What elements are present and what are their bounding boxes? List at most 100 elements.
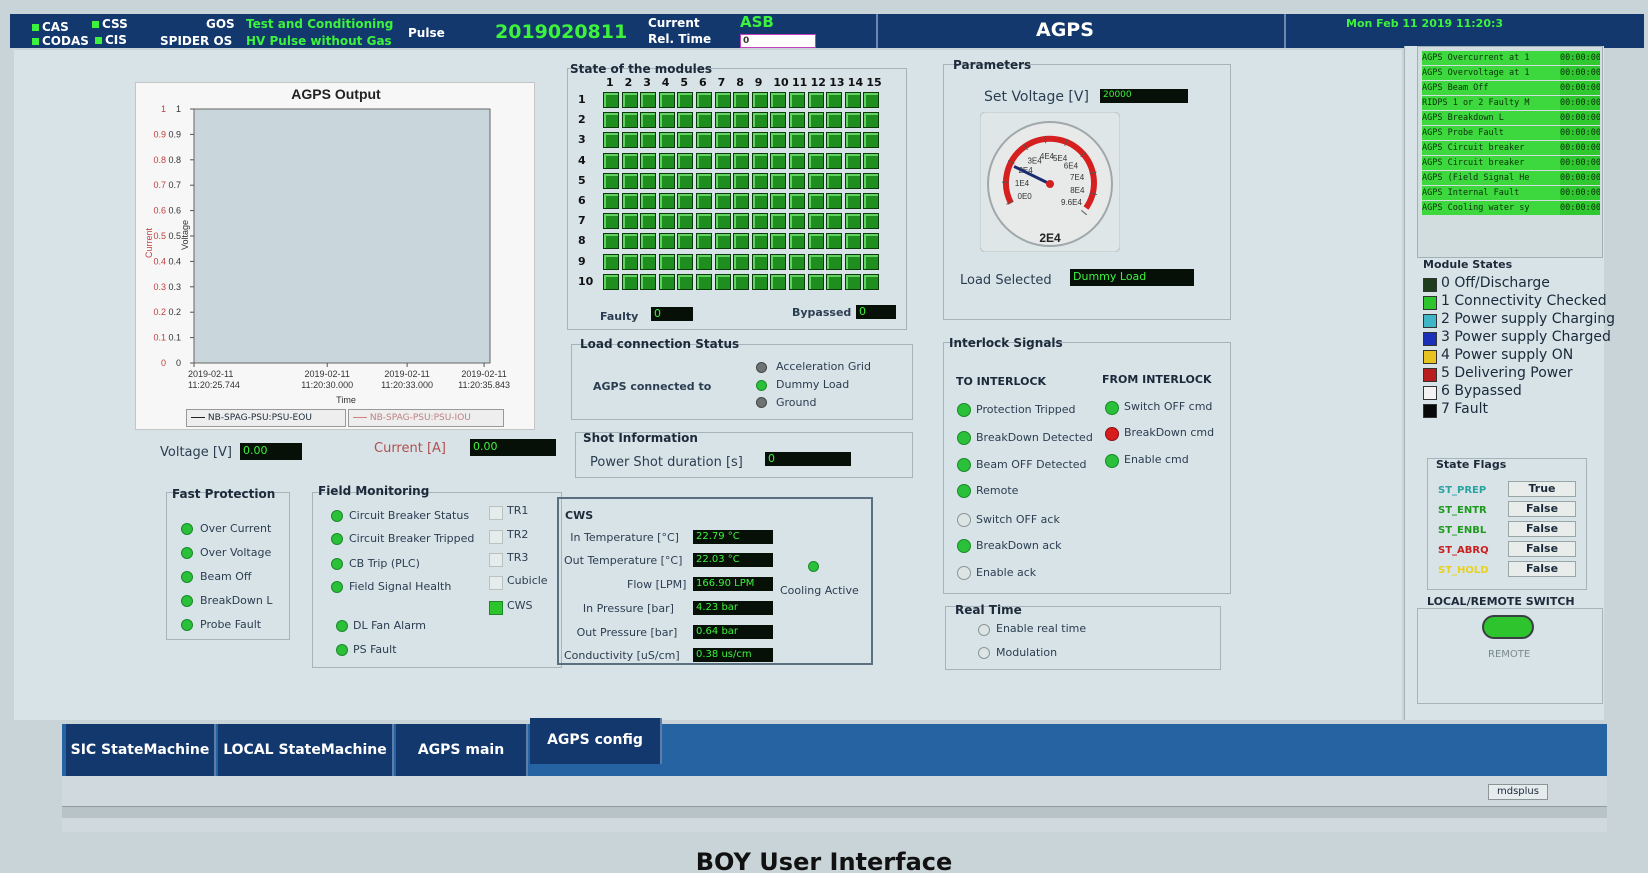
tab-sic-statemachine[interactable]: SIC StateMachine: [66, 724, 216, 776]
module-cell[interactable]: [640, 273, 657, 290]
module-cell[interactable]: [696, 112, 712, 129]
module-cell[interactable]: [863, 112, 880, 129]
module-cell[interactable]: [733, 213, 750, 230]
module-cell[interactable]: [658, 172, 675, 189]
module-cell[interactable]: [733, 273, 750, 290]
module-cell[interactable]: [863, 172, 880, 189]
load-selected-value[interactable]: Dummy Load: [1070, 269, 1194, 286]
module-cell[interactable]: [658, 112, 675, 129]
module-cell[interactable]: [658, 233, 675, 250]
module-cell[interactable]: [677, 132, 694, 149]
module-cell[interactable]: [714, 152, 731, 169]
module-cell[interactable]: [863, 253, 880, 270]
alarm-row[interactable]: AGPS Beam Off 00:00:00: [1422, 81, 1600, 95]
module-cell[interactable]: [696, 273, 712, 290]
module-cell[interactable]: [751, 152, 768, 169]
module-cell[interactable]: [733, 132, 750, 149]
css-indicator[interactable]: CSS: [92, 17, 128, 31]
module-cell[interactable]: [621, 92, 638, 108]
module-cell[interactable]: [677, 92, 694, 108]
module-cell[interactable]: [714, 273, 731, 290]
module-cell[interactable]: [826, 112, 843, 129]
module-cell[interactable]: [770, 213, 787, 230]
alarm-row[interactable]: AGPS (Field Signal He 00:00:00: [1422, 171, 1600, 185]
module-cell[interactable]: [770, 152, 787, 169]
module-cell[interactable]: [640, 92, 657, 108]
module-cell[interactable]: [826, 193, 843, 209]
module-cell[interactable]: [640, 132, 657, 149]
module-cell[interactable]: [677, 152, 694, 169]
module-cell[interactable]: [863, 213, 880, 230]
enable-real-time-radio[interactable]: [978, 624, 990, 636]
module-cell[interactable]: [714, 233, 731, 250]
module-cell[interactable]: [751, 213, 768, 230]
module-cell[interactable]: [640, 233, 657, 250]
module-cell[interactable]: [826, 213, 843, 230]
module-cell[interactable]: [826, 273, 843, 290]
module-cell[interactable]: [603, 152, 619, 169]
module-cell[interactable]: [603, 253, 619, 270]
module-cell[interactable]: [677, 213, 694, 230]
tab-agps-main[interactable]: AGPS main: [396, 724, 528, 776]
module-cell[interactable]: [789, 152, 805, 169]
module-cell[interactable]: [677, 172, 694, 189]
set-voltage-input[interactable]: 20000: [1100, 89, 1188, 103]
module-cell[interactable]: [826, 233, 843, 250]
module-cell[interactable]: [696, 92, 712, 108]
module-cell[interactable]: [696, 253, 712, 270]
module-cell[interactable]: [863, 233, 880, 250]
module-cell[interactable]: [714, 193, 731, 209]
module-cell[interactable]: [770, 233, 787, 250]
module-cell[interactable]: [770, 193, 787, 209]
alarm-row[interactable]: AGPS Circuit breaker 00:00:00: [1422, 141, 1600, 155]
module-cell[interactable]: [714, 172, 731, 189]
module-cell[interactable]: [844, 233, 861, 250]
module-cell[interactable]: [844, 172, 861, 189]
alarm-row[interactable]: RIDPS 1 or 2 Faulty M 00:00:00: [1422, 96, 1600, 110]
module-cell[interactable]: [826, 92, 843, 108]
module-cell[interactable]: [844, 132, 861, 149]
module-cell[interactable]: [789, 213, 805, 230]
module-cell[interactable]: [621, 273, 638, 290]
module-cell[interactable]: [863, 152, 880, 169]
horizontal-scrollbar[interactable]: [62, 806, 1607, 818]
module-cell[interactable]: [603, 233, 619, 250]
module-cell[interactable]: [751, 253, 768, 270]
module-cell[interactable]: [807, 273, 824, 290]
module-cell[interactable]: [640, 213, 657, 230]
module-cell[interactable]: [807, 112, 824, 129]
module-cell[interactable]: [658, 273, 675, 290]
module-cell[interactable]: [807, 152, 824, 169]
cis-indicator[interactable]: CIS: [95, 33, 127, 47]
module-cell[interactable]: [603, 193, 619, 209]
module-cell[interactable]: [640, 152, 657, 169]
module-cell[interactable]: [807, 172, 824, 189]
module-cell[interactable]: [733, 233, 750, 250]
module-cell[interactable]: [751, 273, 768, 290]
module-cell[interactable]: [826, 172, 843, 189]
module-cell[interactable]: [603, 132, 619, 149]
alarm-row[interactable]: AGPS Probe Fault 00:00:00: [1422, 126, 1600, 140]
module-cell[interactable]: [621, 132, 638, 149]
module-cell[interactable]: [621, 213, 638, 230]
module-cell[interactable]: [826, 152, 843, 169]
module-cell[interactable]: [807, 92, 824, 108]
module-cell[interactable]: [789, 193, 805, 209]
module-cell[interactable]: [807, 233, 824, 250]
module-cell[interactable]: [658, 132, 675, 149]
module-cell[interactable]: [714, 92, 731, 108]
module-cell[interactable]: [696, 172, 712, 189]
local-remote-toggle[interactable]: [1482, 615, 1534, 639]
module-cell[interactable]: [789, 253, 805, 270]
tab-local-statemachine[interactable]: LOCAL StateMachine: [218, 724, 394, 776]
module-cell[interactable]: [603, 172, 619, 189]
module-cell[interactable]: [677, 233, 694, 250]
module-cell[interactable]: [677, 253, 694, 270]
module-cell[interactable]: [696, 152, 712, 169]
module-cell[interactable]: [770, 132, 787, 149]
module-cell[interactable]: [844, 112, 861, 129]
cas-indicator[interactable]: CAS: [32, 20, 69, 34]
module-cell[interactable]: [789, 273, 805, 290]
module-cell[interactable]: [640, 172, 657, 189]
alarm-row[interactable]: AGPS Overvoltage at 1 00:00:00: [1422, 66, 1600, 80]
